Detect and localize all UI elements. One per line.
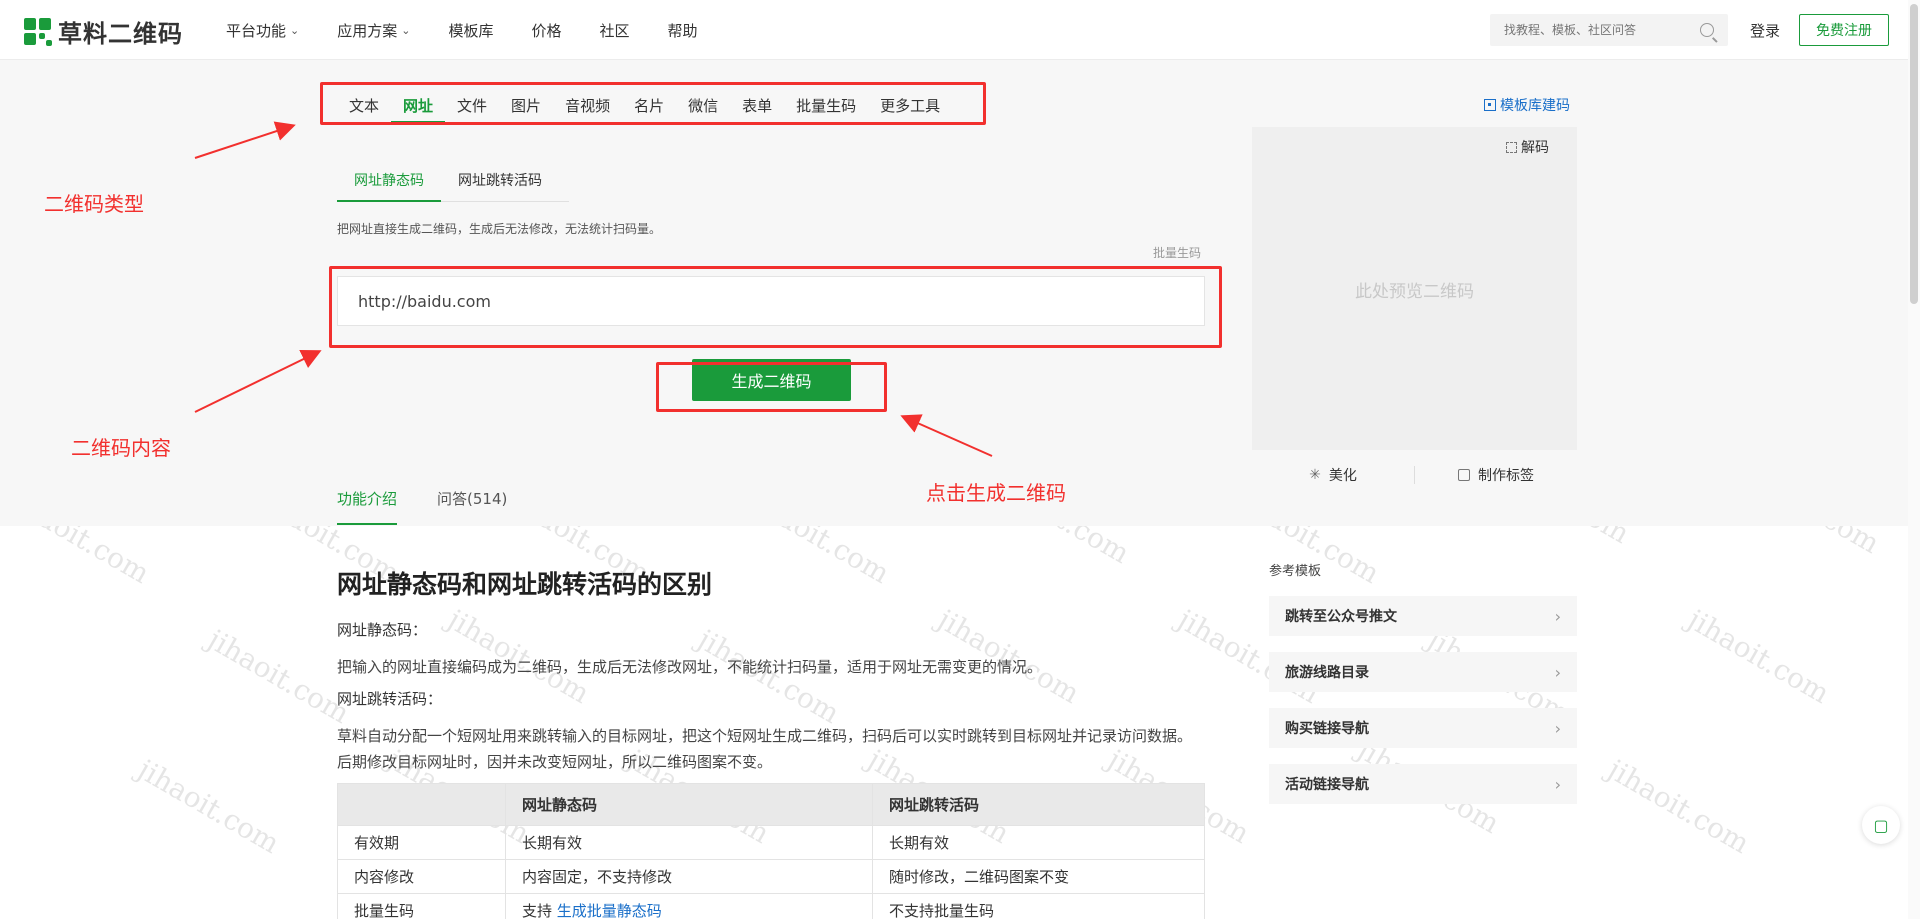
intro-article: 网址静态码和网址跳转活码的区别 网址静态码： 把输入的网址直接编码成为二维码，生…	[337, 565, 1205, 919]
make-label-button[interactable]: 制作标签	[1415, 465, 1577, 485]
comparison-table: 网址静态码 网址跳转活码 有效期 长期有效 长期有效 内容修改 内容固定，不支持…	[337, 783, 1205, 919]
table-cell: 支持 生成批量静态码	[505, 893, 873, 919]
reference-item-label: 活动链接导航	[1285, 777, 1369, 793]
make-label-label: 制作标签	[1478, 468, 1534, 484]
table-header	[337, 783, 506, 826]
static-label: 网址静态码：	[337, 621, 428, 639]
chevron-right-icon: ›	[1554, 606, 1561, 626]
reference-item-label: 购买链接导航	[1285, 721, 1369, 737]
table-header: 网址跳转活码	[872, 783, 1205, 826]
table-cell: 内容固定，不支持修改	[505, 859, 873, 894]
info-tabs: 功能介绍 问答(514)	[337, 488, 547, 525]
table-row: 内容修改 内容固定，不支持修改 随时修改，二维码图案不变	[337, 859, 1205, 894]
reference-item[interactable]: 旅游线路目录 ›	[1269, 652, 1577, 692]
sparkle-icon: ✳	[1309, 467, 1321, 483]
grid-icon	[1484, 99, 1496, 111]
tab-qa[interactable]: 问答(514)	[437, 488, 507, 525]
preview-placeholder: 此处预览二维码	[1355, 282, 1474, 302]
table-cell: 长期有效	[872, 825, 1205, 860]
static-desc: 把输入的网址直接编码成为二维码，生成后无法修改网址，不能统计扫码量，适用于网址无…	[337, 658, 1043, 676]
table-cell: 随时修改，二维码图案不变	[872, 859, 1205, 894]
annotation-qr-type: 二维码类型	[44, 192, 144, 216]
beautify-label: 美化	[1328, 468, 1357, 484]
batch-static-link[interactable]: 生成批量静态码	[557, 902, 662, 919]
reference-item[interactable]: 跳转至公众号推文 ›	[1269, 596, 1577, 636]
table-row: 有效期 长期有效 长期有效	[337, 825, 1205, 860]
scan-icon	[1506, 141, 1517, 153]
decode-button[interactable]: 解码	[1506, 137, 1549, 157]
reference-list: 跳转至公众号推文 › 旅游线路目录 › 购买链接导航 › 活动链接导航 ›	[1269, 596, 1577, 820]
scroll-thumb[interactable]	[1910, 4, 1918, 304]
annotation-qr-content: 二维码内容	[71, 436, 171, 460]
table-cell: 不支持批量生码	[872, 893, 1205, 919]
preview-actions: ✳ 美化 制作标签	[1252, 463, 1577, 487]
dynamic-desc: 草料自动分配一个短网址用来跳转输入的目标网址，把这个短网址生成二维码，扫码后可以…	[337, 727, 1193, 771]
reference-item-label: 旅游线路目录	[1285, 665, 1369, 681]
table-cell: 内容修改	[337, 859, 506, 894]
reference-title: 参考模板	[1269, 564, 1322, 579]
qr-preview: 解码 此处预览二维码	[1252, 127, 1577, 450]
reference-item[interactable]: 购买链接导航 ›	[1269, 708, 1577, 748]
page-scrollbar[interactable]	[1908, 0, 1920, 919]
reference-item-label: 跳转至公众号推文	[1285, 609, 1397, 625]
tab-intro[interactable]: 功能介绍	[337, 488, 398, 525]
table-cell: 批量生码	[337, 893, 506, 919]
template-link-label: 模板库建码	[1500, 98, 1570, 114]
chevron-right-icon: ›	[1554, 662, 1561, 682]
reference-item[interactable]: 活动链接导航 ›	[1269, 764, 1577, 804]
arrow-to-type-tabs	[194, 121, 296, 159]
chat-icon: ▢	[1873, 815, 1889, 835]
beautify-button[interactable]: ✳ 美化	[1252, 465, 1414, 485]
table-cell-text: 支持	[522, 902, 553, 919]
annotation-click-generate: 点击生成二维码	[926, 481, 1066, 505]
chat-support-button[interactable]: ▢	[1862, 806, 1900, 844]
template-create-link[interactable]: 模板库建码	[1484, 95, 1570, 115]
table-header: 网址静态码	[505, 783, 873, 826]
decode-label: 解码	[1521, 140, 1549, 156]
arrow-to-button	[900, 414, 993, 457]
chevron-right-icon: ›	[1554, 774, 1561, 794]
article-title: 网址静态码和网址跳转活码的区别	[337, 570, 713, 599]
label-icon	[1458, 469, 1470, 481]
arrow-to-content	[194, 350, 322, 413]
chevron-right-icon: ›	[1554, 718, 1561, 738]
table-row: 批量生码 支持 生成批量静态码 不支持批量生码	[337, 893, 1205, 919]
table-cell: 有效期	[337, 825, 506, 860]
table-cell: 长期有效	[505, 825, 873, 860]
dynamic-label: 网址跳转活码：	[337, 690, 443, 708]
